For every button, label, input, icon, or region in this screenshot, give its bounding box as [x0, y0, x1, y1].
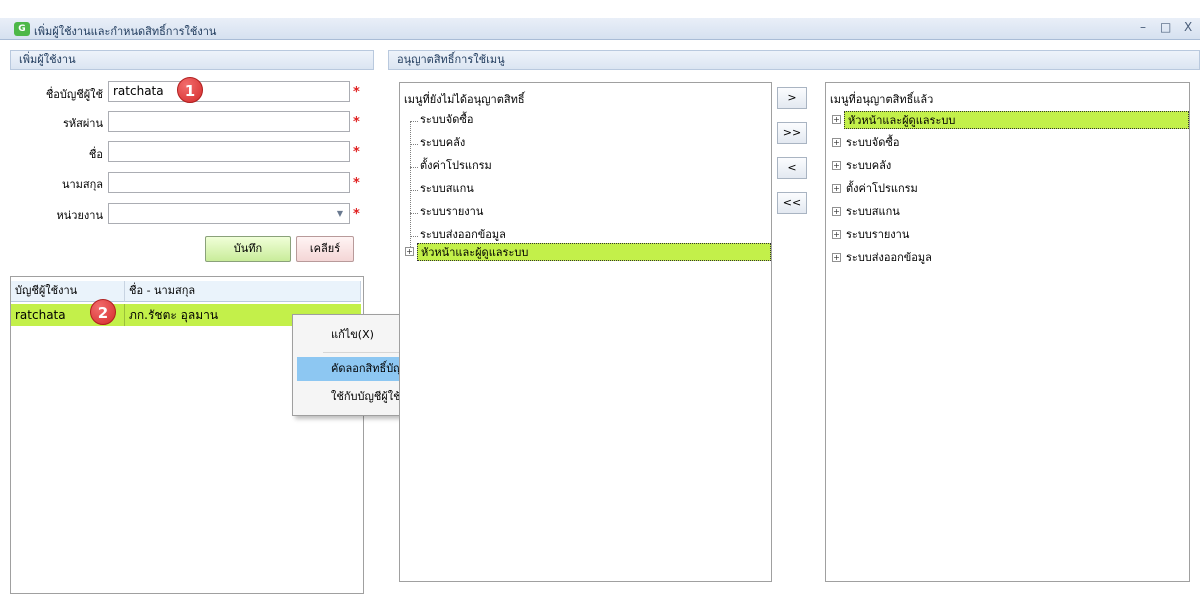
- tree-connector: [410, 144, 418, 145]
- window-title: เพิ่มผู้ใช้งานและกำหนดสิทธิ์การใช้งาน: [34, 25, 217, 38]
- expand-icon[interactable]: +: [405, 247, 414, 256]
- tree-item-unpermitted-1[interactable]: ระบบจัดซื้อ: [420, 111, 473, 129]
- move-right-button[interactable]: >: [777, 87, 807, 109]
- required-mark: *: [353, 176, 360, 191]
- tree-item-permitted-5[interactable]: ระบบสแกน: [846, 203, 900, 221]
- chevron-down-icon[interactable]: ▼: [337, 204, 343, 223]
- tree-connector: [410, 167, 418, 168]
- menu-permission-panel-header: อนุญาตสิทธิ์การใช้เมนู: [388, 50, 1200, 70]
- department-label: หน่วยงาน: [56, 209, 103, 222]
- tree-connector: [410, 213, 418, 214]
- expand-icon[interactable]: +: [832, 207, 841, 216]
- move-left-button[interactable]: <: [777, 157, 807, 179]
- window-titlebar: G เพิ่มผู้ใช้งานและกำหนดสิทธิ์การใช้งาน …: [0, 18, 1200, 40]
- username-field[interactable]: ratchata: [108, 81, 350, 102]
- step-badge-2: 2: [90, 299, 116, 325]
- maximize-button[interactable]: □: [1160, 20, 1171, 34]
- tree-connector: [410, 121, 418, 122]
- tree-item-permitted-2[interactable]: ระบบจัดซื้อ: [846, 134, 899, 152]
- required-mark: *: [353, 145, 360, 160]
- firstname-field[interactable]: [108, 141, 350, 162]
- tree-item-permitted-6[interactable]: ระบบรายงาน: [846, 226, 909, 244]
- username-label: ชื่อบัญชีผู้ใช้: [45, 88, 103, 101]
- tree-item-unpermitted-2[interactable]: ระบบคลัง: [420, 134, 465, 152]
- permitted-menu-list[interactable]: เมนูที่อนุญาตสิทธิ์แล้ว + หัวหน้าและผู้ด…: [825, 82, 1190, 582]
- lastname-label: นามสกุล: [61, 178, 103, 191]
- move-all-right-button[interactable]: >>: [777, 122, 807, 144]
- tree-item-unpermitted-4[interactable]: ระบบสแกน: [420, 180, 474, 198]
- tree-item-unpermitted-6[interactable]: ระบบส่งออกข้อมูล: [420, 226, 506, 244]
- tree-item-unpermitted-5[interactable]: ระบบรายงาน: [420, 203, 483, 221]
- tree-item-permitted-4[interactable]: ตั้งค่าโปรแกรม: [846, 180, 918, 198]
- tree-item-permitted-1[interactable]: หัวหน้าและผู้ดูแลระบบ: [844, 111, 1189, 129]
- add-user-panel-header: เพิ่มผู้ใช้งาน: [10, 50, 374, 70]
- tree-item-permitted-3[interactable]: ระบบคลัง: [846, 157, 891, 175]
- tree-item-unpermitted-7[interactable]: หัวหน้าและผู้ดูแลระบบ: [417, 243, 771, 261]
- expand-icon[interactable]: +: [832, 253, 841, 262]
- grid-header-fullname[interactable]: ชื่อ - นามสกุล: [125, 281, 361, 302]
- required-mark: *: [353, 115, 360, 130]
- password-field[interactable]: [108, 111, 350, 132]
- close-button[interactable]: X: [1184, 20, 1192, 34]
- move-all-left-button[interactable]: <<: [777, 192, 807, 214]
- firstname-label: ชื่อ: [88, 148, 103, 161]
- minimize-button[interactable]: –: [1140, 20, 1146, 34]
- tree-item-unpermitted-3[interactable]: ตั้งค่าโปรแกรม: [420, 157, 492, 175]
- permitted-list-title: เมนูที่อนุญาตสิทธิ์แล้ว: [830, 93, 934, 106]
- step-badge-1: 1: [177, 77, 203, 103]
- required-mark: *: [353, 207, 360, 222]
- app-logo-icon: G: [14, 22, 30, 36]
- department-select[interactable]: ▼: [108, 203, 350, 224]
- unpermitted-menu-list[interactable]: เมนูที่ยังไม่ได้อนุญาตสิทธิ์ ระบบจัดซื้อ…: [399, 82, 772, 582]
- expand-icon[interactable]: +: [832, 161, 841, 170]
- password-label: รหัสผ่าน: [62, 117, 103, 130]
- unpermitted-list-title: เมนูที่ยังไม่ได้อนุญาตสิทธิ์: [404, 93, 525, 106]
- expand-icon[interactable]: +: [832, 230, 841, 239]
- save-button[interactable]: บันทึก: [205, 236, 291, 262]
- expand-icon[interactable]: +: [832, 138, 841, 147]
- grid-header-account[interactable]: บัญชีผู้ใช้งาน: [11, 281, 125, 302]
- required-mark: *: [353, 85, 360, 100]
- tree-connector: [410, 121, 411, 251]
- tree-connector: [410, 236, 418, 237]
- lastname-field[interactable]: [108, 172, 350, 193]
- expand-icon[interactable]: +: [832, 115, 841, 124]
- expand-icon[interactable]: +: [832, 184, 841, 193]
- tree-connector: [410, 190, 418, 191]
- tree-item-permitted-7[interactable]: ระบบส่งออกข้อมูล: [846, 249, 932, 267]
- clear-button[interactable]: เคลียร์: [296, 236, 354, 262]
